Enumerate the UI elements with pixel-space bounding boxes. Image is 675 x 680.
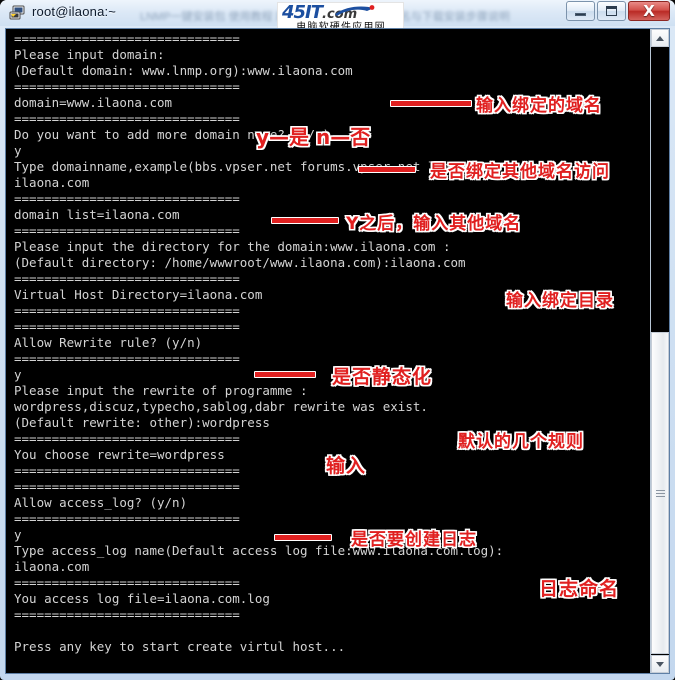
terminal-line: ============================== xyxy=(14,479,240,494)
terminal-line: (Default directory: /home/wwwroot/www.il… xyxy=(14,255,466,270)
anno-log-naming: 日志命名 xyxy=(539,578,620,600)
scroll-down-button[interactable] xyxy=(651,655,669,673)
title-bar[interactable]: root@ilaona:~ LNMP一键安装包 使用教程 网站环境配置说明 绑定… xyxy=(0,0,675,36)
dash-rewrite xyxy=(254,371,316,378)
terminal-line: Type access_log name(Default access log … xyxy=(14,543,504,558)
close-icon: X xyxy=(629,2,669,20)
anno-bind-other-domain: 是否绑定其他域名访问 xyxy=(430,162,610,182)
terminal-line: ============================== xyxy=(14,319,240,334)
dash-more-domain xyxy=(358,166,416,173)
terminal-frame: ============================== Please inp… xyxy=(5,28,670,674)
anno-input-domain: 输入绑定的域名 xyxy=(476,96,602,116)
swoosh-icon xyxy=(334,4,376,16)
maximize-icon xyxy=(598,2,625,20)
anno-default-rules: 默认的几个规则 xyxy=(458,432,584,452)
scroll-up-button[interactable] xyxy=(651,29,669,47)
anno-after-y-input: Y之后，输入其他域名 xyxy=(346,214,522,234)
window-title: root@ilaona:~ xyxy=(32,4,117,19)
close-button[interactable]: X xyxy=(628,1,670,21)
terminal-line: Allow access_log? (y/n) xyxy=(14,495,188,510)
terminal-line: y xyxy=(14,527,22,542)
anno-static-or-not: 是否静态化 xyxy=(332,366,433,388)
terminal-line: ilaona.com xyxy=(14,559,90,574)
dash-access-log xyxy=(274,534,332,541)
terminal-window: root@ilaona:~ LNMP一键安装包 使用教程 网站环境配置说明 绑定… xyxy=(0,0,675,680)
terminal-line: wordpress,discuz,typecho,sablog,dabr rew… xyxy=(14,399,428,414)
terminal-line: ============================== xyxy=(14,607,240,622)
watermark-brand-text: 45IT xyxy=(282,3,323,23)
arrow-up-icon xyxy=(656,35,664,41)
terminal-line: ============================== xyxy=(14,271,240,286)
anno-input: 输入 xyxy=(326,455,367,477)
terminal-scrollbar[interactable] xyxy=(650,29,669,673)
scrollbar-grip-icon xyxy=(655,489,665,497)
terminal-line: Press any key to start create virtul hos… xyxy=(14,639,346,654)
terminal-line: Allow Rewrite rule? (y/n) xyxy=(14,335,203,350)
anno-create-log-or-not: 是否要创建日志 xyxy=(351,530,477,550)
dash-other-name xyxy=(271,217,339,224)
terminal-line: ============================== xyxy=(14,223,240,238)
anno-input-bind-dir: 输入绑定目录 xyxy=(506,291,614,311)
terminal-line: Please input the directory for the domai… xyxy=(14,239,451,254)
terminal-line: ============================== xyxy=(14,31,240,46)
dash-domain xyxy=(390,100,472,107)
terminal-line: (Default domain: www.lnmp.org):www.ilaon… xyxy=(14,63,353,78)
close-x-label: X xyxy=(643,1,655,20)
minimize-icon xyxy=(567,2,594,20)
terminal-line: Please input domain: xyxy=(14,47,165,62)
terminal-screen[interactable]: ============================== Please inp… xyxy=(6,29,650,673)
arrow-down-icon xyxy=(656,661,664,667)
terminal-line: ============================== xyxy=(14,511,240,526)
maximize-button[interactable] xyxy=(597,1,626,21)
anno-y-yes-n-no: y—是 n—否 xyxy=(256,125,371,149)
scrollbar-track[interactable] xyxy=(651,47,669,655)
terminal-line: ============================== xyxy=(14,191,240,206)
scrollbar-thumb[interactable] xyxy=(651,332,669,654)
minimize-button[interactable] xyxy=(566,1,595,21)
putty-icon xyxy=(9,4,27,22)
